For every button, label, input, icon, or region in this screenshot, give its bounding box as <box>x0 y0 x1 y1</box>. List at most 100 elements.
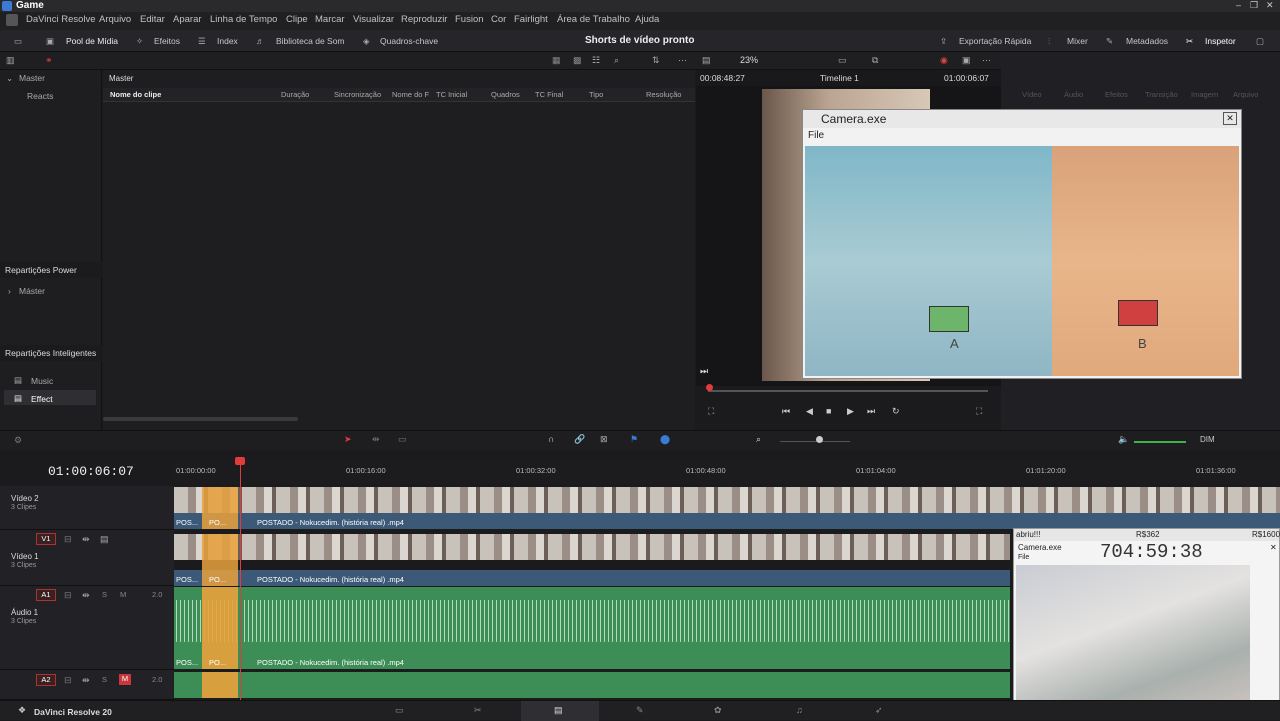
camera-window[interactable]: Camera.exe ✕ File A B <box>802 109 1242 379</box>
metadata-button[interactable]: Metadados <box>1126 36 1168 46</box>
col-duration[interactable]: Duração <box>281 90 309 99</box>
track-header-a2[interactable]: A2 ⊟ ⇹ S M 2.0 <box>0 670 174 700</box>
viewer-mode-icon[interactable]: ▤ <box>702 55 711 66</box>
maximize-icon[interactable]: ❐ <box>1250 0 1258 11</box>
col-resolution[interactable]: Resolução <box>646 90 681 99</box>
go-to-start-icon[interactable]: ⏮ <box>782 406 790 417</box>
smart-bin-music[interactable]: Music <box>31 376 53 386</box>
sort-icon[interactable]: ⇅ <box>652 55 660 66</box>
smart-bin-effect[interactable]: Effect <box>31 394 53 404</box>
go-to-end-icon[interactable]: ⏭ <box>867 406 875 417</box>
zoom-icon[interactable]: ⌕ <box>756 434 761 445</box>
track-header-v2[interactable]: Vídeo 2 3 Clipes <box>0 486 174 530</box>
inspector-tab-effects[interactable]: Efeitos <box>1105 90 1128 99</box>
menu-area-de-trabalho[interactable]: Área de Trabalho <box>557 14 630 25</box>
menu-cor[interactable]: Cor <box>491 14 506 25</box>
col-type[interactable]: Tipo <box>589 90 603 99</box>
menu-editar[interactable]: Editar <box>140 14 165 25</box>
mixer-button[interactable]: Mixer <box>1067 36 1088 46</box>
snapping-icon[interactable]: ∩ <box>548 434 554 444</box>
inspector-tab-file[interactable]: Arquivo <box>1233 90 1258 99</box>
play-reverse-icon[interactable]: ◀ <box>806 406 813 417</box>
col-clip-name[interactable]: Nome do clipe <box>110 90 161 99</box>
zoom-select[interactable]: 23% <box>740 55 758 65</box>
playhead-handle[interactable] <box>235 457 245 465</box>
timeline-name[interactable]: Timeline 1 <box>820 73 859 83</box>
sound-library-button[interactable]: Biblioteca de Som <box>276 36 345 46</box>
stop-icon[interactable]: ■ <box>826 406 831 416</box>
zoom-slider[interactable] <box>780 441 850 442</box>
overlay-file-menu[interactable]: File <box>1018 554 1029 561</box>
clip-thumbnails-v2[interactable] <box>174 487 1280 513</box>
lock-track-icon[interactable]: ⊟ <box>64 534 72 545</box>
quick-export-button[interactable]: Exportação Rápida <box>959 36 1031 46</box>
chevron-right-icon[interactable]: › <box>8 286 11 296</box>
mute-button[interactable]: M <box>120 590 126 599</box>
webcam-overlay-window[interactable]: abriu!!! R$362 R$1600 Camera.exe ✕ File … <box>1013 528 1280 720</box>
page-fusion-icon[interactable]: ✎ <box>636 705 644 716</box>
link-icon[interactable]: ⚭ <box>45 55 53 66</box>
col-end-tc[interactable]: TC Final <box>535 90 563 99</box>
solo-button[interactable]: S <box>102 675 107 684</box>
menu-linha-de-tempo[interactable]: Linha de Tempo <box>210 14 277 25</box>
track-id-v1[interactable]: V1 <box>36 533 56 545</box>
inspector-tab-video[interactable]: Vídeo <box>1022 90 1042 99</box>
inspector-tab-audio[interactable]: Áudio <box>1064 90 1083 99</box>
record-icon[interactable]: ◉ <box>940 55 948 66</box>
volume-slider[interactable] <box>1134 441 1186 443</box>
col-file-name[interactable]: Nome do F <box>392 90 429 99</box>
dim-button[interactable]: DIM <box>1200 435 1215 444</box>
menu-fusion[interactable]: Fusion <box>455 14 484 25</box>
timeline-ruler[interactable]: 01:00:00:00 01:00:16:00 01:00:32:00 01:0… <box>174 458 1280 484</box>
track-header-v1[interactable]: V1 ⊟ ⇹ ▤ Vídeo 1 3 Clipes <box>0 530 174 586</box>
audio-clip-a2[interactable] <box>174 672 1010 698</box>
menu-clipe[interactable]: Clipe <box>286 14 308 25</box>
page-cut-icon[interactable]: ✂ <box>474 705 482 716</box>
timeline-options-icon[interactable]: ⚙ <box>14 435 22 446</box>
page-edit-icon[interactable]: ▤ <box>554 705 563 716</box>
solo-button[interactable]: S <box>102 590 107 599</box>
track-id-a1[interactable]: A1 <box>36 589 56 601</box>
effects-button[interactable]: Efeitos <box>154 36 180 46</box>
selection-tool-icon[interactable]: ➤ <box>344 434 352 445</box>
inspector-tab-transition[interactable]: Transição <box>1145 90 1178 99</box>
mute-button-active[interactable]: M <box>119 674 131 685</box>
menu-marcar[interactable]: Marcar <box>315 14 345 25</box>
lock-track-icon[interactable]: ⊟ <box>64 590 72 601</box>
keyframes-button[interactable]: Quadros-chave <box>380 36 438 46</box>
expand-icon[interactable]: ▢ <box>1256 36 1264 47</box>
inspector-button[interactable]: Inspetor <box>1205 36 1236 46</box>
track-id-a2[interactable]: A2 <box>36 674 56 686</box>
chevron-down-icon[interactable]: ⌄ <box>6 73 13 84</box>
index-button[interactable]: Index <box>217 36 238 46</box>
more-options-icon[interactable]: ⋯ <box>678 55 687 66</box>
page-media-icon[interactable]: ▭ <box>395 705 404 716</box>
menu-davinci[interactable]: DaVinci Resolve <box>26 14 96 25</box>
page-fairlight-icon[interactable]: ♫ <box>796 705 803 715</box>
col-frames[interactable]: Quadros <box>491 90 520 99</box>
fullscreen-icon[interactable]: ⛶ <box>976 406 982 417</box>
flag-icon[interactable]: ⚑ <box>630 434 638 445</box>
track-header-a1[interactable]: A1 ⊟ ⇹ S M 2.0 Áudio 1 3 Clipes <box>0 586 174 670</box>
col-sync[interactable]: Sincronização <box>334 90 381 99</box>
skip-icon[interactable]: ⏭ <box>700 366 708 377</box>
panel-toggle-icon[interactable]: ▭ <box>14 36 22 47</box>
viewer-more-icon[interactable]: ⋯ <box>982 55 991 66</box>
zoom-slider-handle[interactable] <box>816 436 823 443</box>
close-icon[interactable]: ✕ <box>1266 0 1274 11</box>
power-bin-master[interactable]: Máster <box>19 286 45 296</box>
dual-viewer-icon[interactable]: ▣ <box>962 55 971 66</box>
viewer-scrubber[interactable] <box>708 390 988 392</box>
inspector-tab-image[interactable]: Imagem <box>1191 90 1218 99</box>
linked-selection-icon[interactable]: 🔗 <box>574 434 585 445</box>
camera-file-menu[interactable]: File <box>808 130 824 141</box>
blade-tool-icon[interactable]: ▭ <box>398 434 407 445</box>
safe-area-icon[interactable]: ⛶ <box>708 406 714 417</box>
menu-fairlight[interactable]: Fairlight <box>514 14 548 25</box>
auto-select-icon[interactable]: ⇹ <box>82 590 90 601</box>
bin-reacts[interactable]: Reacts <box>27 91 53 101</box>
scrubber-playhead[interactable] <box>706 384 713 391</box>
menu-ajuda[interactable]: Ajuda <box>635 14 659 25</box>
grid-view-icon[interactable]: ▩ <box>573 55 582 66</box>
loop-icon[interactable]: ↻ <box>892 406 900 417</box>
